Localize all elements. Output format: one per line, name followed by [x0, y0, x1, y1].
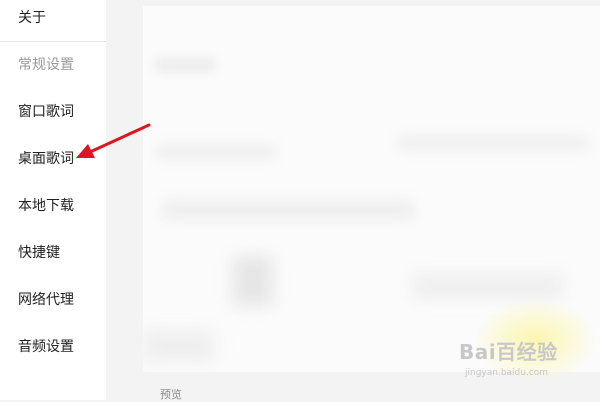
blurred-block [413, 274, 563, 298]
blurred-block [155, 146, 275, 158]
sidebar-item-window-lyrics[interactable]: 窗口歌词 [18, 102, 74, 122]
blurred-block [163, 202, 413, 218]
watermark-logo: Bai百经验 [459, 340, 558, 364]
sidebar-divider [0, 41, 106, 42]
sidebar-item-audio-settings[interactable]: 音频设置 [18, 337, 74, 357]
sidebar-item-general-settings[interactable]: 常规设置 [18, 55, 74, 75]
sidebar-item-network-proxy[interactable]: 网络代理 [18, 290, 74, 310]
sidebar-item-local-download[interactable]: 本地下载 [18, 196, 74, 216]
blurred-block [143, 331, 213, 361]
red-annotation-arrow-icon [76, 123, 151, 158]
blurred-block [398, 136, 588, 150]
sidebar-item-desktop-lyrics[interactable]: 桌面歌词 [18, 149, 74, 169]
watermark-url: jingyan.baidu.com [465, 368, 549, 378]
settings-sidebar: 关于 常规设置 窗口歌词 桌面歌词 本地下载 快捷键 网络代理 音频设置 [0, 0, 106, 400]
blurred-block [155, 58, 215, 72]
baidu-jingyan-watermark: Bai百经验 jingyan.baidu.com [455, 332, 600, 384]
sidebar-item-about[interactable]: 关于 [18, 8, 46, 28]
sidebar-item-shortcuts[interactable]: 快捷键 [18, 243, 60, 263]
blurred-block [233, 256, 273, 306]
